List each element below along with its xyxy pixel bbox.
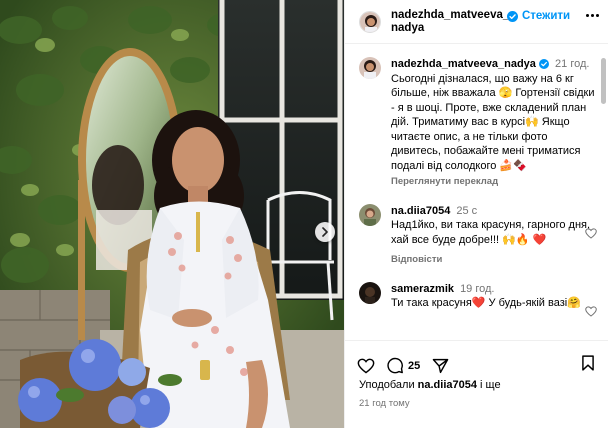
likes-prefix: Уподобали [359,379,415,391]
save-button[interactable] [581,355,595,376]
carousel-next-button[interactable] [315,222,335,242]
caption: nadezhda_matveeva_nadya 21 год. Сьогодні… [359,57,595,190]
caption-username[interactable]: nadezhda_matveeva_nadya [391,58,536,70]
likes-summary: Уподобали na.diia7054 і ще [359,379,501,391]
bookmark-icon [582,355,594,371]
comment-username[interactable]: samerazmik [391,283,454,295]
comment-text: Ти така красуня❤️ У будь-якій вазі🤗 [391,297,581,309]
author-username[interactable]: nadezhda_matveeva_ nadya [391,9,509,35]
post-viewer: nadezhda_matveeva_ nadya Стежити nadezhd… [0,0,608,428]
more-icon[interactable] [586,14,599,17]
share-button[interactable] [432,358,449,374]
caption-avatar[interactable] [359,57,381,79]
comment-icon [387,357,403,374]
comment-username[interactable]: na.diia7054 [391,205,450,217]
likes-user-link[interactable]: na.diia7054 [418,379,477,391]
verified-badge-icon [538,59,549,69]
follow-button[interactable]: Стежити [522,10,570,22]
comments-list[interactable]: nadezhda_matveeva_nadya 21 год. Сьогодні… [345,45,608,335]
photo-scene [0,0,344,428]
heart-icon[interactable] [585,305,597,317]
post-header: nadezhda_matveeva_ nadya Стежити [345,0,608,44]
heart-icon[interactable] [585,227,597,239]
comment-button[interactable]: 25 [387,357,420,374]
heart-icon [357,358,375,373]
post-side-panel: nadezhda_matveeva_ nadya Стежити nadezhd… [344,0,608,428]
comment-item: samerazmik 19 год. Ти така красуня❤️ У б… [359,281,597,317]
author-avatar[interactable] [359,10,381,33]
see-translation-link[interactable]: Переглянути переклад [391,175,595,190]
chevron-right-icon [322,227,328,237]
comment-body: samerazmik 19 год. Ти така красуня❤️ У б… [391,282,595,311]
comment-body: na.diia7054 25 с Над1йко, ви така красун… [391,204,595,268]
like-button[interactable] [357,358,375,374]
comments-scrollbar[interactable] [601,58,606,104]
comment-time[interactable]: 19 год. [460,283,494,295]
post-photo[interactable] [0,0,344,428]
verified-badge-icon [507,11,518,22]
commenter-avatar[interactable] [359,203,381,226]
reply-button[interactable]: Відповісти [391,253,595,268]
share-icon [432,358,449,373]
comment-count: 25 [408,359,421,372]
post-timestamp[interactable]: 21 год тому [359,398,410,409]
commenter-avatar[interactable] [359,281,381,304]
action-bar: 25 [345,340,608,380]
comment-time[interactable]: 25 с [456,205,477,217]
caption-time[interactable]: 21 год. [555,58,589,70]
comment-text: Над1йко, ви така красуня, гарного дня, х… [391,219,591,246]
caption-body: nadezhda_matveeva_nadya 21 год. Сьогодні… [391,57,595,190]
likes-suffix[interactable]: і ще [480,379,501,391]
comment-item: na.diia7054 25 с Над1йко, ви така красун… [359,203,597,268]
caption-text: Сьогодні дізналася, що важу на 6 кг біль… [391,72,595,172]
